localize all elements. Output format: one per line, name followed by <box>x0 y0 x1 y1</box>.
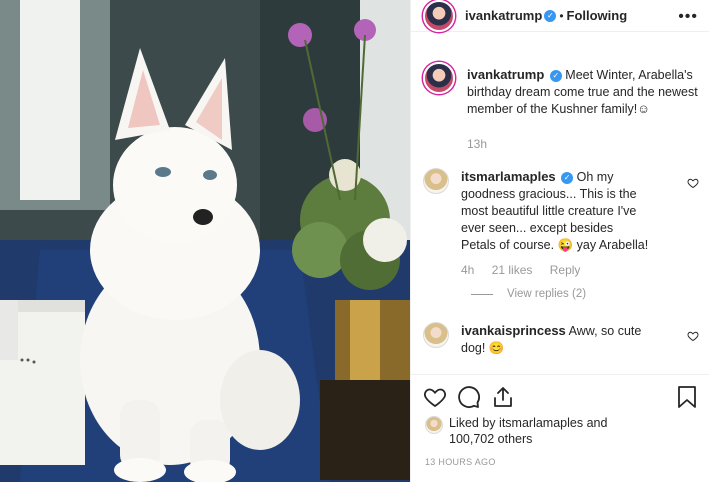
comment-avatar[interactable] <box>423 168 449 194</box>
verified-icon: ✓ <box>549 69 562 82</box>
caption-time: 13h <box>467 137 488 151</box>
liked-by-count[interactable]: 100,702 others <box>449 432 532 446</box>
view-replies-button[interactable]: View replies (2) <box>471 288 586 300</box>
post-panel: ivankatrump ✓ • Following ••• ivankatrum… <box>410 0 709 482</box>
comment-bubble-icon[interactable] <box>457 385 481 409</box>
caption-body: ivankatrump ✓ Meet Winter, Arabella's bi… <box>467 66 703 153</box>
liked-by-avatar[interactable] <box>425 416 443 434</box>
like-heart-icon[interactable] <box>423 385 447 409</box>
comment-like-heart-icon[interactable] <box>687 177 699 189</box>
caption-username[interactable]: ivankatrump <box>467 67 544 82</box>
comment-body: itsmarlamaples ✓ Oh my goodness gracious… <box>461 168 651 279</box>
liked-by: Liked by itsmarlamaples and 100,702 othe… <box>425 415 607 447</box>
view-replies-label: View replies (2) <box>507 288 587 300</box>
bookmark-icon[interactable] <box>676 385 698 409</box>
following-button[interactable]: Following <box>567 8 628 23</box>
caption: ivankatrump ✓ Meet Winter, Arabella's bi… <box>423 62 703 153</box>
comment-like-heart-icon[interactable] <box>687 330 699 342</box>
liked-by-user[interactable]: itsmarlamaples <box>499 416 583 430</box>
liked-by-suffix: and <box>586 416 608 430</box>
action-icons <box>423 385 515 409</box>
post-actions: Liked by itsmarlamaples and 100,702 othe… <box>411 374 709 482</box>
comment-item: itsmarlamaples ✓ Oh my goodness gracious… <box>423 168 703 279</box>
share-icon[interactable] <box>491 385 515 409</box>
comment-item: ivankaisprincess Aww, so cute dog! 😊 <box>423 322 703 357</box>
verified-icon: ✓ <box>544 9 557 22</box>
verified-icon: ✓ <box>561 171 574 184</box>
caption-meta: 13h <box>467 136 703 153</box>
reply-button[interactable]: Reply <box>550 263 581 277</box>
post-timestamp[interactable]: 13 HOURS AGO <box>425 457 496 467</box>
comment-username[interactable]: ivankaisprincess <box>461 323 566 338</box>
replies-divider <box>471 293 493 295</box>
comment-body: ivankaisprincess Aww, so cute dog! 😊 <box>461 322 651 357</box>
post-image <box>0 0 410 482</box>
comment-meta: 4h 21 likes Reply <box>461 262 651 279</box>
comment-time: 4h <box>461 263 475 277</box>
comment-username[interactable]: itsmarlamaples <box>461 169 556 184</box>
separator-dot: • <box>559 8 564 23</box>
author-avatar[interactable] <box>423 0 455 32</box>
liked-by-prefix: Liked by <box>449 416 496 430</box>
liked-by-text: Liked by itsmarlamaples and 100,702 othe… <box>449 415 607 447</box>
post-photo[interactable] <box>0 0 410 482</box>
more-options-icon[interactable]: ••• <box>678 8 698 26</box>
caption-avatar[interactable] <box>423 62 455 94</box>
author-username[interactable]: ivankatrump <box>465 8 542 23</box>
post-header: ivankatrump ✓ • Following ••• <box>411 0 709 32</box>
comment-avatar[interactable] <box>423 322 449 348</box>
caption-emoji: ☺ <box>637 102 650 116</box>
comment-likes[interactable]: 21 likes <box>492 263 533 277</box>
